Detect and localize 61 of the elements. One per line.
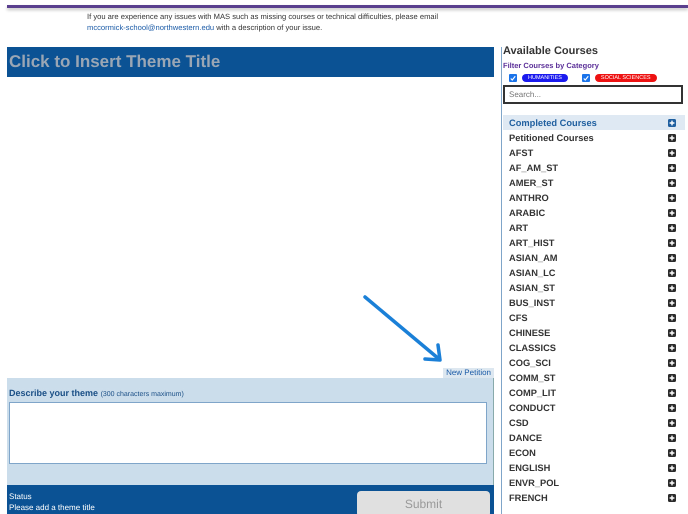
status-label: Status [9,491,33,502]
course-category-item[interactable]: Petitioned Courses [503,130,685,145]
status-message: Please add a theme title [9,502,95,513]
plus-icon[interactable] [668,478,676,486]
category-checkbox[interactable] [509,74,517,82]
course-category-item[interactable]: AF_AM_ST [503,160,685,175]
course-category-item[interactable]: FRENCH [503,490,685,505]
plus-icon[interactable] [668,238,676,246]
plus-icon[interactable] [668,314,676,322]
plus-icon[interactable] [668,434,676,442]
plus-icon[interactable] [668,388,676,396]
course-category-item[interactable]: ANTHRO [503,190,685,205]
course-category-item[interactable]: CHINESE [503,325,685,340]
plus-icon[interactable] [668,418,676,426]
plus-icon[interactable] [668,284,676,292]
course-category-item[interactable]: BUS_INST [503,295,685,310]
course-category-item[interactable]: ARABIC [503,205,685,220]
plus-icon[interactable] [668,224,676,232]
plus-icon[interactable] [668,118,676,126]
course-category-item[interactable]: Completed Courses [503,115,685,130]
sidebar-title: Available Courses [503,45,599,57]
plus-icon[interactable] [668,178,676,186]
plus-icon[interactable] [668,494,676,502]
course-category-item[interactable]: ASIAN_AM [503,250,685,265]
plus-icon[interactable] [668,404,676,412]
plus-icon[interactable] [668,448,676,456]
plus-icon[interactable] [668,254,676,262]
plus-icon[interactable] [668,344,676,352]
new-petition-button[interactable]: New Petition [443,368,494,378]
course-category-item[interactable]: ART_HIST [503,235,685,250]
plus-icon[interactable] [668,208,676,216]
plus-icon[interactable] [668,298,676,306]
course-category-item[interactable]: DANCE [503,430,685,445]
plus-icon[interactable] [668,148,676,156]
course-category-item[interactable]: CONDUCT [503,400,685,415]
arrow-icon [363,295,442,362]
plus-icon[interactable] [668,194,676,202]
plus-icon[interactable] [668,464,676,472]
course-category-item[interactable]: COMP_LIT [503,385,685,400]
course-category-item[interactable]: ECON [503,445,685,460]
search-field[interactable]: Search... [503,85,683,104]
theme-description-field[interactable] [9,402,487,464]
course-category-item[interactable]: AMER_ST [503,175,685,190]
category-checkbox[interactable] [582,74,590,82]
course-category-item[interactable]: COMM_ST [503,370,685,385]
plus-icon[interactable] [668,134,676,142]
course-category-item[interactable]: ASIAN_LC [503,265,685,280]
course-category-item[interactable]: ENGLISH [503,460,685,475]
course-category-item[interactable]: ART [503,220,685,235]
course-category-item[interactable]: CSD [503,415,685,430]
course-category-item[interactable]: ENVR_POL [503,475,685,490]
plus-icon[interactable] [668,164,676,172]
plus-icon[interactable] [668,374,676,382]
course-category-item[interactable]: AFST [503,145,685,160]
plus-icon[interactable] [668,358,676,366]
plus-icon[interactable] [668,328,676,336]
course-category-item[interactable]: CLASSICS [503,340,685,355]
plus-icon[interactable] [668,268,676,276]
course-category-item[interactable]: COG_SCI [503,355,685,370]
course-category-item[interactable]: CFS [503,310,685,325]
course-category-item[interactable]: ASIAN_ST [503,280,685,295]
